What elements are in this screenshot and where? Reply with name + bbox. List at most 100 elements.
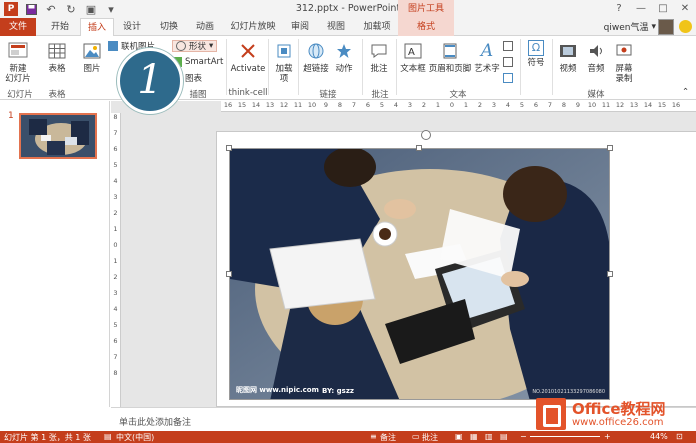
comment-icon	[368, 40, 390, 62]
slide-editing-area: 16 15 14 13 12 11 10 9 8 7 6 5 4 3 2 1 0 1 2 3 4 5 6 7 8 9 10 11 12 1…	[111, 101, 696, 407]
tab-review[interactable]: 审阅	[284, 18, 316, 36]
tab-insert[interactable]: 插入	[80, 18, 114, 37]
normal-view-icon[interactable]: ▣	[455, 432, 463, 441]
addins-button[interactable]: 加载 项	[272, 40, 296, 84]
status-bar: 幻灯片 第 1 张，共 1 张 ▤ 中文(中国) ≡ 备注 ▭ 批注 ▣ ▦ ▥…	[0, 431, 696, 443]
zoom-out-icon[interactable]: −	[520, 432, 527, 441]
comments-icon: ▭	[412, 432, 420, 441]
tab-animations[interactable]: 动画	[188, 18, 222, 36]
resize-handle[interactable]	[607, 271, 613, 277]
group-label-comments: 批注	[371, 90, 389, 100]
step-number-badge: 1	[117, 48, 183, 114]
notes-toggle-icon: ≡	[370, 432, 377, 441]
resize-handle[interactable]	[607, 145, 613, 151]
selected-picture[interactable]: 昵图网 www.nipic.com BY: gszz NO.2010102113…	[229, 148, 610, 400]
office-logo-icon	[536, 398, 566, 430]
minimize-button[interactable]: —	[630, 0, 652, 18]
comment-button[interactable]: 批注	[366, 40, 392, 74]
zoom-slider[interactable]	[530, 436, 600, 437]
ribbon: 新建 幻灯片 表格 图片 联机图片 形状 ▾ SmartArt 图表 Activ…	[0, 36, 696, 100]
chevron-down-icon: ▾	[651, 21, 656, 32]
symbol-button[interactable]: Ω 符号	[523, 40, 549, 68]
comment-label: 批注	[370, 64, 388, 74]
reading-view-icon[interactable]: ▥	[485, 432, 493, 441]
activate-button[interactable]: Activate	[230, 40, 266, 74]
avatar[interactable]	[658, 19, 674, 35]
video-button[interactable]: 视频	[555, 40, 581, 74]
tab-design[interactable]: 设计	[116, 18, 148, 36]
notes-toggle[interactable]: 备注	[380, 432, 396, 443]
slide-thumbnail[interactable]	[19, 113, 97, 159]
textbox-icon: A	[402, 40, 424, 62]
vertical-ruler: 87654321012345678	[111, 113, 121, 407]
picture-button[interactable]: 图片	[80, 40, 104, 74]
date-time-button[interactable]	[503, 40, 513, 52]
screen-recording-button[interactable]: 屏幕 录制	[611, 40, 637, 84]
new-slide-button[interactable]: 新建 幻灯片	[3, 40, 33, 84]
brand-name: Office教程网	[572, 400, 666, 418]
tab-format[interactable]: 格式	[398, 18, 454, 36]
video-label: 视频	[559, 64, 577, 74]
slideshow-view-icon[interactable]: ▤	[500, 432, 508, 441]
fit-to-window-icon[interactable]: ⊡	[676, 432, 683, 441]
new-slide-label: 新建 幻灯片	[5, 64, 31, 84]
zoom-level[interactable]: 44%	[650, 432, 668, 441]
group-label-slides: 幻灯片	[7, 90, 33, 100]
shapes-button[interactable]: 形状 ▾	[172, 40, 218, 52]
wordart-label: 艺术字	[474, 64, 500, 74]
slide-number-button[interactable]	[503, 56, 513, 68]
object-button[interactable]	[503, 72, 513, 84]
group-label-tables: 表格	[48, 90, 66, 100]
tab-file[interactable]: 文件	[0, 18, 36, 36]
textbox-button[interactable]: A 文本框	[399, 40, 427, 74]
business-meeting-photo	[230, 149, 609, 399]
group-separator	[226, 39, 227, 95]
picture-label: 图片	[83, 64, 101, 74]
hyperlink-button[interactable]: 超链接	[302, 40, 330, 74]
group-separator	[298, 39, 299, 95]
tab-slideshow[interactable]: 幻灯片放映	[226, 18, 280, 36]
help-button[interactable]: ?	[608, 0, 630, 18]
chevron-up-icon: ⌃	[682, 87, 690, 97]
screen-recording-label: 屏幕 录制	[615, 64, 633, 84]
tab-transitions[interactable]: 切换	[153, 18, 185, 36]
header-footer-label: 页眉和页脚	[428, 64, 472, 74]
resize-handle[interactable]	[226, 145, 232, 151]
resize-handle[interactable]	[416, 145, 422, 151]
slide-sorter-icon[interactable]: ▦	[470, 432, 478, 441]
table-button[interactable]: 表格	[44, 40, 70, 74]
calendar-icon	[503, 41, 513, 51]
group-label-media: 媒体	[587, 90, 605, 100]
resize-handle[interactable]	[226, 271, 232, 277]
slide-number: 1	[8, 111, 14, 121]
shapes-icon	[176, 41, 186, 51]
zoom-in-icon[interactable]: +	[604, 432, 611, 441]
object-icon	[503, 73, 513, 83]
svg-text:A: A	[408, 47, 415, 58]
tab-addins[interactable]: 加载项	[358, 18, 396, 36]
comments-toggle[interactable]: 批注	[422, 432, 438, 443]
photo-id: NO.20101021133297086080	[532, 389, 605, 395]
user-account[interactable]: qiwen气温 ▾	[604, 20, 656, 34]
ribbon-tabs: 文件 开始 插入 设计 切换 动画 幻灯片放映 审阅 视图 加载项 格式 qiw…	[0, 18, 696, 37]
rotate-handle[interactable]	[421, 130, 431, 140]
header-footer-button[interactable]: 页眉和页脚	[428, 40, 472, 74]
chevron-down-icon: ▾	[209, 41, 214, 51]
audio-label: 音频	[587, 64, 605, 74]
close-button[interactable]: ✕	[674, 0, 696, 18]
star-icon	[333, 40, 355, 62]
maximize-button[interactable]: □	[652, 0, 674, 18]
slide-info: 幻灯片 第 1 张，共 1 张	[4, 433, 91, 442]
collapse-ribbon-button[interactable]: ⌃	[682, 86, 689, 98]
tab-view[interactable]: 视图	[320, 18, 352, 36]
audio-button[interactable]: 音频	[583, 40, 609, 74]
textbox-label: 文本框	[400, 64, 426, 74]
wordart-button[interactable]: A 艺术字	[473, 40, 501, 75]
window-title: 312.pptx - PowerPoint	[295, 3, 401, 14]
feedback-smiley-icon[interactable]	[679, 20, 692, 33]
action-button[interactable]: 动作	[332, 40, 356, 74]
tab-home[interactable]: 开始	[42, 18, 78, 36]
language-status[interactable]: 中文(中国)	[116, 432, 154, 443]
thinkcell-icon	[237, 40, 259, 62]
group-separator	[520, 39, 521, 95]
